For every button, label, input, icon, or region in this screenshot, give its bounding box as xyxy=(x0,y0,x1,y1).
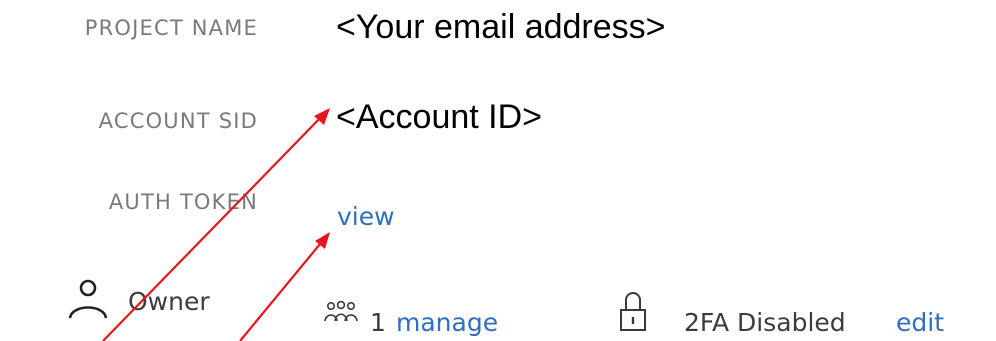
users-icon xyxy=(324,300,358,330)
auth-token-view-link[interactable]: view xyxy=(337,202,395,231)
auth-token-label: AUTH TOKEN xyxy=(108,190,258,214)
lock-icon xyxy=(619,290,647,339)
twofa-edit-link[interactable]: edit xyxy=(896,308,944,337)
account-sid-value: <Account ID> xyxy=(336,98,543,136)
project-name-label: PROJECT NAME xyxy=(84,16,258,40)
user-icon xyxy=(66,276,110,325)
arrow-head-auth-token xyxy=(315,232,330,249)
manage-link[interactable]: manage xyxy=(396,308,498,337)
project-name-value: <Your email address> xyxy=(336,8,666,46)
owner-label: Owner xyxy=(128,287,210,316)
members-count: 1 xyxy=(370,308,386,337)
account-sid-label: ACCOUNT SID xyxy=(98,109,258,133)
arrow-head-account-sid xyxy=(314,108,330,125)
twofa-status: 2FA Disabled xyxy=(684,308,846,337)
arrow-to-auth-token xyxy=(239,237,326,341)
